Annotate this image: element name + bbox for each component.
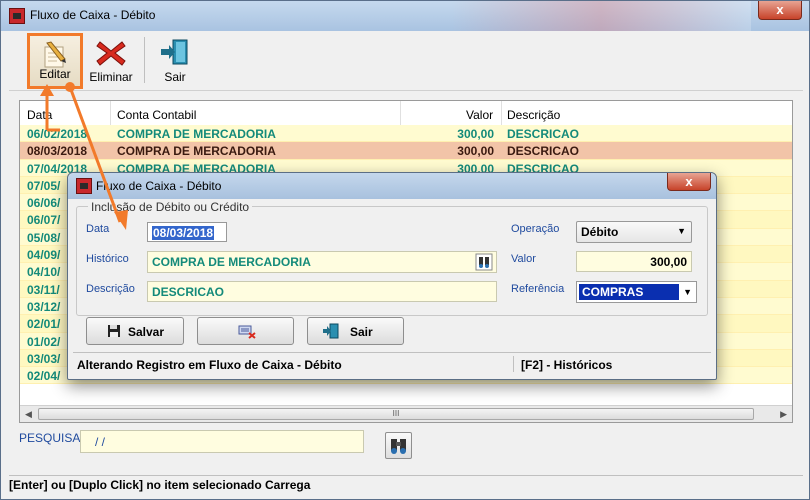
dialog-status-left: Alterando Registro em Fluxo de Caixa - D… — [77, 358, 342, 372]
dialog-exit-button[interactable]: Sair — [307, 317, 404, 345]
edit-button[interactable]: Editar — [27, 33, 83, 89]
cell-data: 08/03/2018 — [27, 144, 88, 159]
scroll-right-icon[interactable]: ▶ — [780, 409, 787, 420]
valor-field[interactable]: 300,00 — [576, 251, 692, 272]
edit-pencil-icon — [44, 41, 66, 68]
floppy-disk-icon — [108, 325, 120, 337]
cell-data: 01/02/ — [27, 334, 61, 349]
group-label: Inclusão de Débito ou Crédito — [88, 200, 253, 214]
cell-data: 03/12/ — [27, 299, 61, 314]
status-bar: [Enter] ou [Duplo Click] no item selecio… — [9, 475, 803, 493]
window-title: Fluxo de Caixa - Débito — [30, 8, 156, 22]
col-divider — [110, 101, 111, 125]
table-row-selected[interactable]: 08/03/2018 COMPRA DE MERCADORIA 300,00 DESC… — [20, 142, 792, 160]
operacao-label: Operação — [511, 223, 560, 235]
app-icon — [9, 8, 25, 24]
descricao-label: Descrição — [86, 283, 135, 295]
cell-conta: COMPRA DE MERCADORIA — [117, 127, 276, 141]
cell-data: 03/03/ — [27, 351, 61, 366]
title-bar-decoration — [451, 1, 751, 31]
table-row[interactable]: 06/02/2018 COMPRA DE MERCADORIA 300,00 DESC… — [20, 125, 792, 143]
exit-button-label: Sair — [164, 70, 186, 84]
search-button[interactable] — [385, 432, 412, 459]
cell-data: 04/09/ — [27, 248, 61, 263]
keyboard-delete-icon — [238, 325, 256, 339]
cell-data: 05/08/ — [27, 230, 61, 245]
clear-button[interactable] — [197, 317, 294, 345]
cell-valor: 300,00 — [457, 144, 494, 159]
data-label: Data — [86, 223, 110, 235]
delete-button-label: Eliminar — [89, 70, 133, 84]
referencia-select[interactable]: COMPRAS ▼ — [576, 281, 697, 303]
edit-dialog: Fluxo de Caixa - Débito x Inclusão de Dé… — [67, 172, 717, 380]
scroll-left-icon[interactable]: ◀ — [25, 409, 32, 420]
delete-x-icon — [96, 41, 126, 66]
cell-data: 02/04/ — [27, 369, 61, 384]
col-header-valor[interactable]: Valor — [466, 108, 493, 122]
exit-button[interactable]: Sair — [155, 33, 195, 89]
cell-data: 06/02/2018 — [27, 127, 88, 141]
cell-data: 06/07/ — [27, 213, 61, 228]
toolbar-separator — [144, 37, 145, 83]
dialog-title: Fluxo de Caixa - Débito — [96, 179, 222, 193]
date-field-value: 08/03/2018 — [152, 226, 215, 240]
toolbar: Editar Eliminar Sair — [9, 31, 803, 91]
referencia-value: COMPRAS — [579, 284, 679, 300]
horizontal-scrollbar[interactable]: ◀ III ▶ — [20, 405, 792, 422]
col-header-descricao[interactable]: Descrição — [507, 108, 560, 122]
edit-button-label: Editar — [39, 67, 71, 81]
cell-valor: 300,00 — [457, 127, 494, 141]
date-field[interactable]: 08/03/2018 — [147, 222, 227, 242]
col-divider — [400, 101, 401, 125]
exit-door-icon — [161, 39, 188, 65]
scroll-thumb[interactable]: III — [38, 408, 754, 420]
dialog-status-bar: Alterando Registro em Fluxo de Caixa - D… — [73, 352, 711, 374]
chevron-down-icon: ▼ — [683, 287, 692, 297]
dialog-status-right: [F2] - Históricos — [521, 358, 613, 372]
dialog-title-bar[interactable]: Fluxo de Caixa - Débito x — [68, 173, 716, 199]
search-input[interactable]: / / — [80, 430, 364, 453]
title-bar[interactable]: Fluxo de Caixa - Débito x — [1, 1, 809, 31]
referencia-label: Referência — [511, 283, 565, 295]
historico-field[interactable]: COMPRA DE MERCADORIA — [147, 251, 497, 273]
delete-button[interactable]: Eliminar — [85, 33, 137, 89]
cell-data: 04/10/ — [27, 265, 61, 280]
save-button[interactable]: Salvar — [86, 317, 184, 345]
save-button-label: Salvar — [128, 325, 165, 339]
close-button[interactable]: x — [758, 1, 802, 20]
cell-data: 06/06/ — [27, 196, 61, 211]
col-divider — [501, 101, 502, 125]
valor-label: Valor — [511, 253, 536, 265]
descricao-field[interactable]: DESCRICAO — [147, 281, 497, 302]
cell-data: 03/11/ — [27, 282, 60, 297]
historico-label: Histórico — [86, 253, 129, 265]
search-label: PESQUISA — [19, 431, 81, 445]
binoculars-icon — [391, 439, 406, 454]
form-group: Inclusão de Débito ou Crédito Data 08/03… — [76, 200, 708, 316]
exit-door-icon — [323, 323, 339, 339]
operacao-value: Débito — [581, 225, 619, 239]
dialog-close-button[interactable]: x — [667, 173, 711, 191]
cell-descricao: DESCRICAO — [507, 144, 580, 159]
col-header-conta[interactable]: Conta Contabil — [117, 108, 196, 122]
operacao-select[interactable]: Débito ▼ — [576, 221, 692, 243]
cell-conta: COMPRA DE MERCADORIA — [117, 144, 276, 159]
status-divider — [513, 356, 514, 372]
col-header-data[interactable]: Data — [27, 108, 52, 122]
chevron-down-icon: ▼ — [677, 226, 686, 236]
historico-lookup-icon[interactable] — [475, 253, 493, 271]
grid-header: Data Conta Contabil Valor Descrição — [20, 101, 792, 125]
dialog-app-icon — [76, 178, 92, 194]
dialog-exit-label: Sair — [350, 325, 373, 339]
cell-data: 02/01/ — [27, 317, 61, 332]
cell-descricao: DESCRICAO — [507, 127, 580, 141]
cell-data: 07/05/ — [27, 178, 61, 193]
